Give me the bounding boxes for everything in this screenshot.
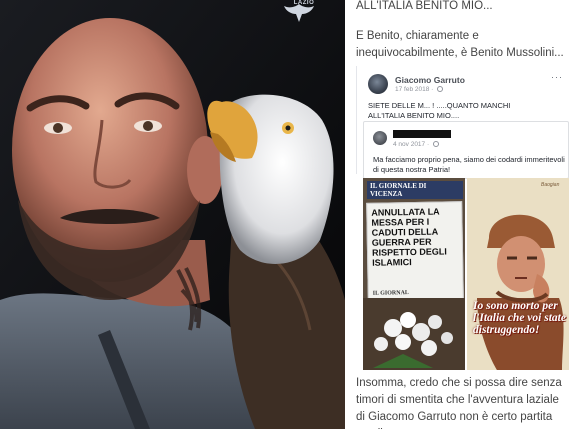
post-images[interactable]: IL GIORNALE DI VICENZA ANNULLATA LA MESS…	[363, 178, 569, 370]
shared-avatar[interactable]	[373, 131, 387, 145]
newspaper-footer: IL GIORNAL	[372, 290, 409, 297]
avatar[interactable]	[368, 74, 388, 94]
article-top-line: ALL'ITALIA BENITO MIO...	[356, 0, 493, 12]
shared-post-text: Ma facciamo proprio pena, siamo dei coda…	[373, 155, 565, 174]
soldier-poster[interactable]: Baogian Io sono morto per l'Italia che v…	[467, 178, 569, 370]
post-date: 17 feb 2018 ·	[395, 86, 444, 93]
lazio-crest: LAZIO	[282, 0, 326, 32]
shared-post[interactable]: 4 nov 2017 · Ma facciamo proprio pena, s…	[363, 121, 569, 179]
article-column: ALL'ITALIA BENITO MIO... E Benito, chiar…	[345, 0, 572, 429]
post-date-text[interactable]: 17 feb 2018 ·	[395, 86, 433, 93]
poster-caption: Io sono morto per l'Italia che voi state…	[473, 300, 566, 336]
redacted-name	[393, 130, 451, 138]
shared-post-date: 4 nov 2017 ·	[393, 141, 439, 148]
post-text-line-2: ALL'ITALIA BENITO MIO....	[368, 111, 460, 120]
article-intro: E Benito, chiaramente e inequivocabilmen…	[356, 30, 564, 59]
post-author[interactable]: Giacomo Garruto	[395, 75, 465, 85]
article-closing: Insomma, credo che si possa dire senza t…	[356, 377, 562, 429]
poster-signature: Baogian	[541, 182, 560, 188]
post-text-line-1: SIETE DELLE M... ! .....QUANTO MANCHI	[368, 101, 511, 110]
newspaper-photo[interactable]: IL GIORNALE DI VICENZA ANNULLATA LA MESS…	[363, 178, 465, 370]
newspaper-headline: ANNULLATA LA MESSA PER I CADUTI DELLA GU…	[371, 206, 447, 268]
white-flowers-illustration	[363, 298, 465, 370]
eagle-crest-icon	[284, 4, 314, 22]
newspaper-masthead: IL GIORNALE DI VICENZA	[367, 181, 463, 199]
photo-man-with-eagle: LAZIO	[0, 0, 345, 429]
globe-icon	[437, 86, 444, 92]
shared-date-text: 4 nov 2017 ·	[393, 141, 430, 148]
post-text: SIETE DELLE M... ! .....QUANTO MANCHI AL…	[368, 101, 564, 121]
more-options-icon[interactable]: ···	[551, 72, 563, 82]
newspaper-page: ANNULLATA LA MESSA PER I CADUTI DELLA GU…	[366, 201, 464, 301]
globe-icon	[432, 141, 439, 147]
soldier-illustration	[467, 178, 569, 370]
photo-illustration	[0, 0, 345, 429]
